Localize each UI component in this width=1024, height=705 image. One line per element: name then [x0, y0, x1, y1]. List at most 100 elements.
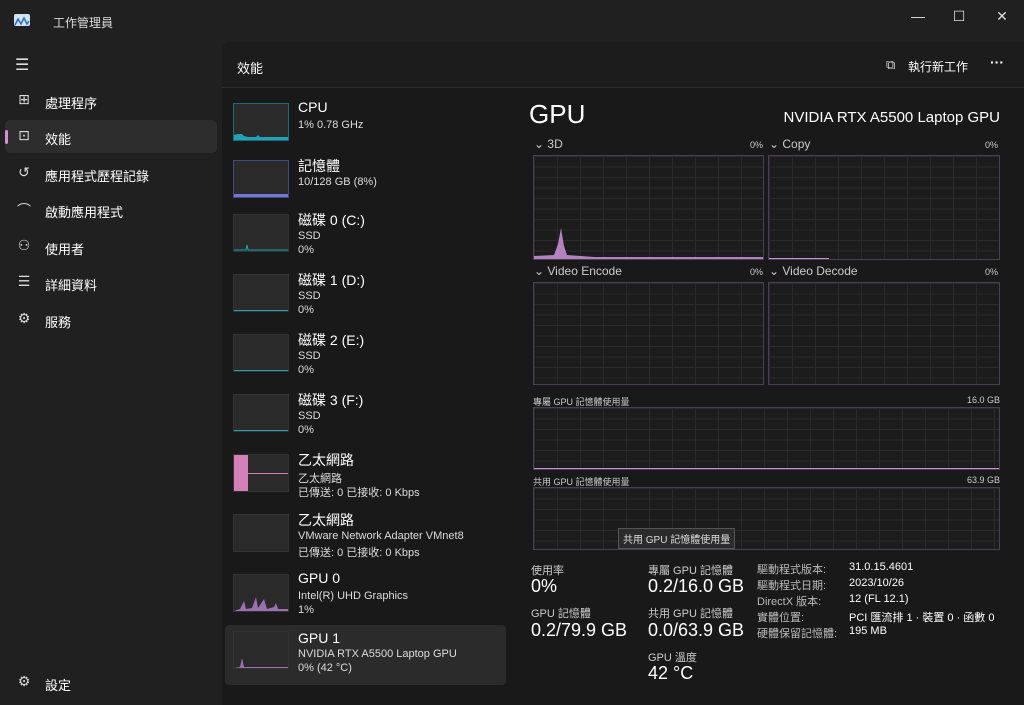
perf-item-disk-0[interactable]: 磁碟 0 (C:) SSD 0%	[225, 208, 506, 268]
sidebar-item-label: 設定	[45, 678, 72, 693]
sidebar-item-label: 詳細資料	[45, 278, 98, 293]
engine-select-3d[interactable]: ⌄ 3D	[534, 137, 563, 151]
gpu-thumbnail	[233, 631, 289, 669]
info-value: 2023/10/26	[849, 577, 905, 589]
perf-item-disk-3[interactable]: 磁碟 3 (F:) SSD 0%	[225, 388, 506, 448]
perf-item-usage: 0%	[298, 304, 314, 316]
engine-name: Video Encode	[547, 264, 622, 278]
engine-name: Video Decode	[782, 264, 858, 278]
perf-item-detail: SSD	[298, 290, 321, 302]
perf-item-name: GPU 0	[298, 570, 341, 586]
info-key: 硬體保留記憶體:	[757, 628, 838, 640]
info-key: 驅動程式日期:	[757, 580, 827, 592]
sidebar-item-label: 啟動應用程式	[45, 205, 124, 220]
sidebar-item-startup[interactable]: ⌒ 啟動應用程式	[5, 193, 217, 226]
perf-item-detail: SSD	[298, 410, 321, 422]
perf-item-name: 磁碟 3 (F:)	[298, 392, 364, 408]
sidebar-item-processes[interactable]: ⊞ 處理程序	[5, 84, 217, 117]
graph-video-decode	[768, 282, 1000, 385]
details-icon: ☰	[17, 273, 31, 289]
ethernet-thumbnail	[233, 514, 289, 552]
info-value: 12 (FL 12.1)	[849, 593, 909, 605]
performance-icon: ⊡	[18, 127, 30, 143]
perf-item-name: 磁碟 0 (C:)	[298, 212, 365, 228]
perf-item-gpu-1[interactable]: GPU 1 NVIDIA RTX A5500 Laptop GPU 0% (42…	[225, 625, 506, 685]
engine-name: 3D	[547, 137, 563, 151]
graph-shared-memory	[533, 487, 1000, 550]
disk-thumbnail	[233, 394, 289, 432]
perf-item-memory[interactable]: 記憶體 10/128 GB (8%)	[225, 154, 506, 214]
hamburger-menu-icon[interactable]: ☰	[15, 55, 29, 75]
engine-pct: 0%	[750, 267, 764, 277]
sidebar-item-app-history[interactable]: ↺ 應用程式歷程記錄	[5, 157, 217, 190]
perf-item-name: GPU 1	[298, 630, 341, 646]
sidebar-item-settings[interactable]: ⚙ 設定	[5, 666, 217, 699]
graph-video-encode	[533, 282, 764, 385]
engine-pct: 0%	[750, 140, 764, 150]
sidebar-item-label: 服務	[45, 315, 72, 330]
ethernet-thumbnail	[233, 454, 289, 492]
perf-item-disk-1[interactable]: 磁碟 1 (D:) SSD 0%	[225, 268, 506, 328]
more-options-button[interactable]: ···	[990, 54, 1004, 70]
perf-item-cpu[interactable]: CPU 1% 0.78 GHz	[225, 97, 506, 157]
engine-select-copy[interactable]: ⌄ Copy	[769, 137, 810, 151]
engine-name: Copy	[782, 137, 811, 151]
users-icon: ⚇	[17, 237, 31, 253]
run-new-task-button[interactable]: ⧉ 執行新工作	[884, 52, 970, 78]
window-title: 工作管理員	[53, 16, 114, 30]
engine-select-video-encode[interactable]: ⌄ Video Encode	[534, 264, 622, 278]
perf-item-detail: 10/128 GB (8%)	[298, 176, 377, 188]
graph-dedicated-memory	[533, 407, 1000, 470]
dedicated-memory-stat-value: 0.2/16.0 GB	[648, 576, 745, 596]
sidebar-item-performance[interactable]: ⊡ 效能	[5, 120, 217, 153]
perf-item-name: 記憶體	[298, 158, 340, 174]
title-bar: 工作管理員 — ☐ ✕	[0, 0, 1024, 42]
gpu-info-table: 驅動程式版本: 31.0.15.4601 驅動程式日期: 2023/10/26 Di…	[757, 561, 1017, 641]
perf-item-ethernet[interactable]: 乙太網路 乙太網路 已傳送: 0 已接收: 0 Kbps	[225, 448, 506, 508]
sidebar-item-users[interactable]: ⚇ 使用者	[5, 230, 217, 263]
perf-item-disk-2[interactable]: 磁碟 2 (E:) SSD 0%	[225, 328, 506, 388]
disk-thumbnail	[233, 214, 289, 252]
perf-item-detail: 1% 0.78 GHz	[298, 119, 364, 131]
shared-memory-stat-label: 共用 GPU 記憶體	[648, 608, 733, 620]
shared-memory-max: 63.9 GB	[966, 475, 1000, 485]
shared-memory-stat-value: 0.0/63.9 GB	[648, 620, 745, 640]
perf-item-name: 乙太網路	[298, 512, 354, 528]
engine-select-video-decode[interactable]: ⌄ Video Decode	[769, 264, 858, 278]
perf-item-detail: NVIDIA RTX A5500 Laptop GPU	[298, 648, 457, 660]
disk-thumbnail	[233, 274, 289, 312]
engine-pct: 0%	[985, 140, 999, 150]
page-title: 效能	[237, 61, 264, 76]
perf-item-usage: 已傳送: 0 已接收: 0 Kbps	[298, 547, 420, 559]
gear-icon: ⚙	[17, 673, 31, 689]
perf-item-gpu-0[interactable]: GPU 0 Intel(R) UHD Graphics 1%	[225, 568, 506, 628]
info-value: 31.0.15.4601	[849, 561, 914, 573]
memory-thumbnail	[233, 160, 289, 198]
perf-item-usage: 0%	[298, 244, 314, 256]
maximize-button[interactable]: ☐	[945, 6, 973, 26]
startup-icon: ⌒	[17, 202, 31, 218]
tooltip: 共用 GPU 記憶體使用量	[618, 528, 736, 549]
gpu-temperature-value: 42 °C	[648, 663, 694, 683]
minimize-button[interactable]: —	[904, 6, 932, 26]
gpu-memory-label: GPU 記憶體	[531, 608, 591, 620]
sidebar-item-details[interactable]: ☰ 詳細資料	[5, 266, 217, 299]
info-key: 實體位置:	[757, 612, 805, 624]
close-button[interactable]: ✕	[988, 6, 1016, 26]
disk-thumbnail	[233, 334, 289, 372]
sidebar-item-services[interactable]: ⚙ 服務	[5, 303, 217, 336]
perf-item-name: 乙太網路	[298, 452, 354, 468]
utilization-value: 0%	[531, 576, 558, 596]
page-header: 效能 ⧉ 執行新工作 ···	[222, 42, 1024, 88]
perf-item-detail: SSD	[298, 230, 321, 242]
sidebar-item-label: 處理程序	[45, 96, 98, 111]
perf-item-ethernet-vmnet8[interactable]: 乙太網路 VMware Network Adapter VMnet8 已傳送: …	[225, 508, 506, 568]
app-icon	[14, 14, 30, 26]
perf-item-name: 磁碟 2 (E:)	[298, 332, 365, 348]
perf-item-detail: VMware Network Adapter VMnet8	[298, 530, 464, 542]
detail-title: GPU	[529, 99, 586, 129]
sidebar-item-label: 效能	[45, 132, 72, 147]
gpu-thumbnail	[233, 574, 289, 612]
processes-icon: ⊞	[18, 91, 30, 107]
perf-item-name: CPU	[298, 99, 328, 115]
